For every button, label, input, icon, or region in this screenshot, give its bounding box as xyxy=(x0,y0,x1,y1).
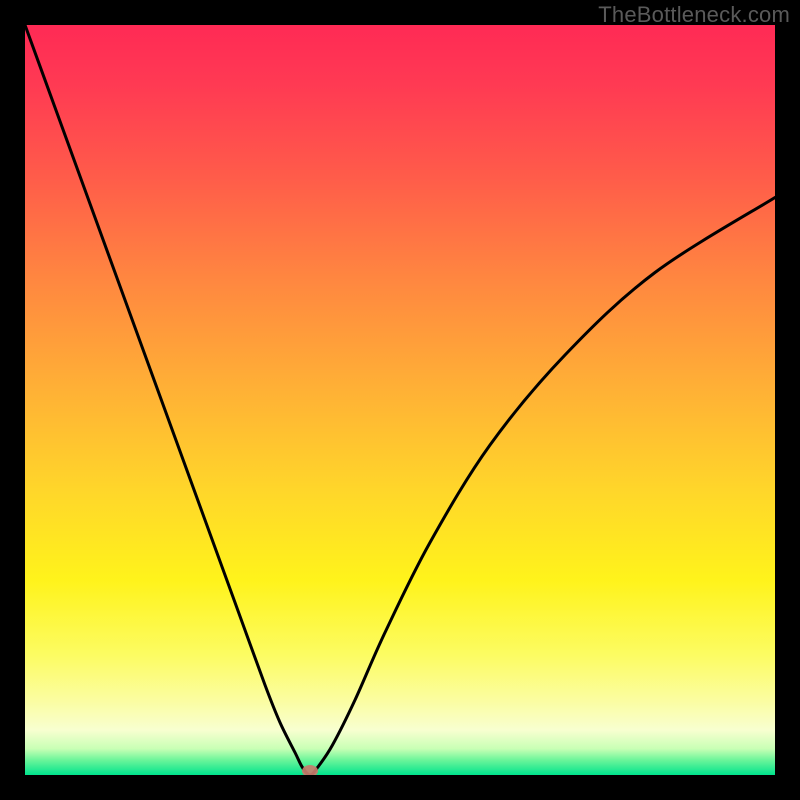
curve-path xyxy=(25,25,775,775)
watermark-text: TheBottleneck.com xyxy=(598,2,790,28)
optimum-marker xyxy=(302,765,318,775)
plot-area xyxy=(25,25,775,775)
chart-frame: TheBottleneck.com xyxy=(0,0,800,800)
bottleneck-curve xyxy=(25,25,775,775)
